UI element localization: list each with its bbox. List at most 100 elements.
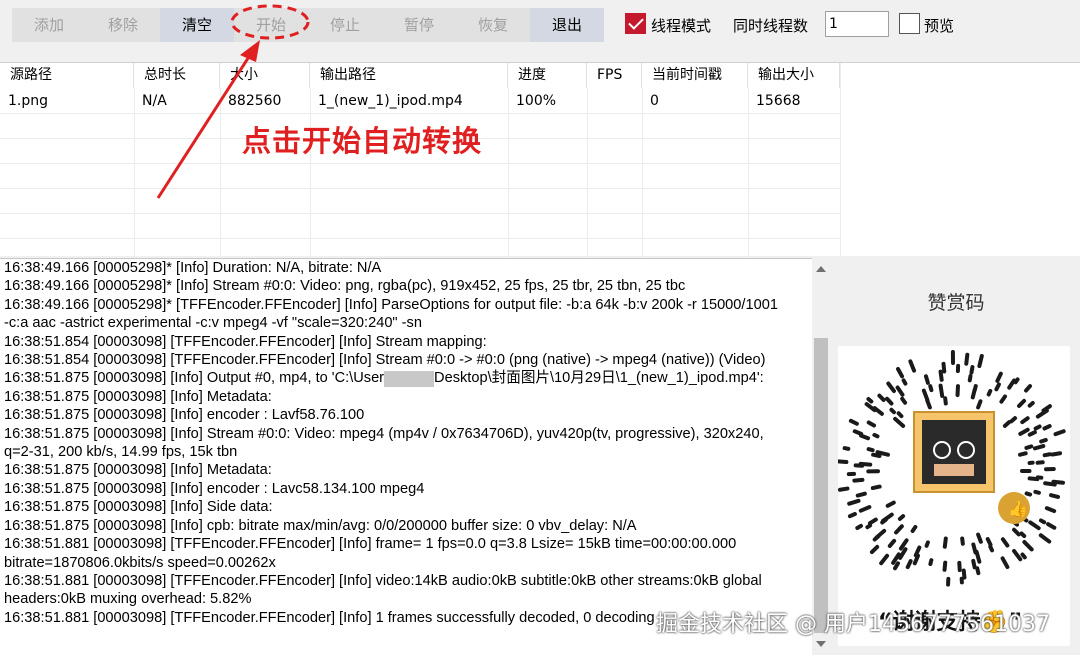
log-line: 16:38:51.875 [00003098] [Info] Stream #0…	[4, 425, 764, 442]
qr-dot	[1033, 489, 1041, 495]
log-output-path-tail: Desktop\封面图片\10月29日\1_(new_1)_ipod.mp4':	[434, 370, 764, 387]
start-highlight-ellipse	[230, 4, 310, 40]
qr-dot	[1035, 460, 1045, 465]
qr-dot	[870, 484, 882, 491]
qr-dot	[943, 396, 948, 406]
annotation-arrow-head	[240, 40, 260, 62]
qr-dot	[1038, 518, 1047, 525]
qr-dot	[975, 566, 981, 576]
qr-dot	[1013, 377, 1020, 385]
qr-dot	[886, 381, 896, 394]
scroll-up-icon[interactable]	[816, 266, 826, 272]
qr-dot	[995, 371, 1003, 383]
qr-dot	[885, 396, 894, 406]
qr-dot	[964, 352, 970, 366]
qr-dot	[938, 383, 945, 398]
qr-dot	[999, 394, 1007, 404]
qr-dot	[985, 537, 993, 547]
qr-dot	[1020, 416, 1030, 425]
qr-dot	[1053, 429, 1066, 437]
qr-dot	[941, 361, 947, 374]
log-line: 16:38:49.166 [00005298]* [TFFEncoder.FFE…	[4, 296, 778, 313]
qr-dot	[885, 500, 896, 508]
qr-dot	[1038, 533, 1052, 544]
log-panel[interactable]: 16:38:49.166 [00005298]* [Info] Duration…	[0, 258, 812, 655]
log-line: 16:38:49.166 [00005298]* [Info] Stream #…	[4, 278, 686, 295]
qr-dot	[848, 418, 859, 426]
qr-dot	[867, 517, 878, 526]
qr-dot	[1009, 416, 1018, 424]
log-scrollbar[interactable]	[812, 258, 830, 655]
log-line: bitrate=1870806.0kbits/s speed=0.00262x	[4, 554, 276, 571]
log-line: 16:38:51.875 [00003098] [Info] Output #0…	[0, 369, 812, 387]
qr-dot	[969, 365, 975, 375]
qr-dot	[910, 524, 918, 533]
qr-dot	[1024, 491, 1033, 497]
qr-dot	[960, 536, 965, 546]
qr-dot	[1051, 479, 1065, 485]
log-line: 16:38:51.881 [00003098] [TFFEncoder.FFEn…	[4, 536, 737, 553]
log-line: 16:38:51.875 [00003098] [Info] encoder :…	[4, 480, 425, 497]
qr-dot	[928, 558, 934, 567]
qr-dot	[976, 399, 983, 410]
qr-dot	[896, 366, 905, 379]
qr-dot	[892, 561, 900, 571]
qr-dot	[1042, 452, 1052, 458]
qr-dot	[837, 486, 850, 492]
qr-dot	[921, 388, 930, 402]
qr-dot	[855, 491, 867, 498]
annotation-overlay	[156, 4, 310, 199]
qr-dot	[942, 536, 948, 549]
qr-dot	[938, 369, 944, 382]
qr-dot	[1027, 430, 1037, 437]
qr-dot	[994, 382, 1001, 392]
qr-dot	[905, 559, 913, 570]
log-line: q=2-31, 200 kb/s, 14.99 fps, 15k tbn	[4, 444, 238, 461]
log-line: 16:38:51.875 [00003098] [Info] cpb: bitr…	[4, 517, 637, 534]
qr-dot	[864, 402, 877, 413]
qr-dot	[1012, 548, 1023, 562]
qr-dot	[961, 568, 967, 580]
annotation-text: 点击开始自动转换	[242, 124, 483, 158]
qr-dot	[895, 385, 905, 397]
log-line: 16:38:51.875 [00003098] [Info] Side data…	[4, 499, 273, 516]
qr-dot	[1032, 444, 1046, 451]
log-output-prefix: 16:38:51.875 [00003098] [Info] Output #0…	[4, 370, 385, 387]
qr-dot	[847, 498, 861, 506]
qr-dot	[1007, 378, 1017, 390]
log-line: 16:38:51.881 [00003098] [TFFEncoder.FFEn…	[4, 572, 762, 589]
qr-dot	[852, 477, 865, 483]
qr-dot	[880, 517, 888, 525]
qr-dot	[908, 359, 917, 373]
qr-dot	[889, 407, 896, 415]
qr-dot	[855, 523, 863, 531]
qr-dot	[1042, 424, 1052, 431]
qr-dot	[1046, 522, 1057, 530]
qr-dot	[859, 433, 871, 441]
qr-dot	[1018, 451, 1028, 457]
qr-dot	[894, 524, 904, 535]
scroll-down-icon[interactable]	[816, 641, 826, 647]
redacted-username	[384, 370, 435, 387]
qr-dot	[1000, 556, 1010, 570]
qr-dot	[988, 544, 995, 553]
qr-dot	[967, 374, 973, 383]
qr-dot	[869, 544, 880, 555]
qr-dot	[971, 558, 977, 570]
qr-dot	[974, 549, 982, 564]
log-line: 16:38:51.875 [00003098] [Info] encoder :…	[4, 407, 365, 424]
donation-panel: 赞赏码 👍 “谢谢支持✊”	[832, 258, 1080, 655]
qr-dot	[879, 553, 890, 566]
qr-dot	[1041, 404, 1052, 413]
qr-dot	[1049, 493, 1061, 499]
qr-dot	[1012, 527, 1021, 537]
qr-dot	[1033, 424, 1042, 431]
scroll-thumb[interactable]	[814, 338, 828, 633]
qr-dot	[928, 384, 934, 393]
qr-dot	[858, 505, 872, 513]
qr-dot	[1000, 537, 1010, 548]
log-line: 16:38:49.166 [00005298]* [Info] Duration…	[4, 260, 382, 276]
log-line: 16:38:51.875 [00003098] [Info] Metadata:	[4, 462, 272, 479]
qr-dot	[872, 432, 880, 439]
qr-dot	[1019, 531, 1027, 538]
